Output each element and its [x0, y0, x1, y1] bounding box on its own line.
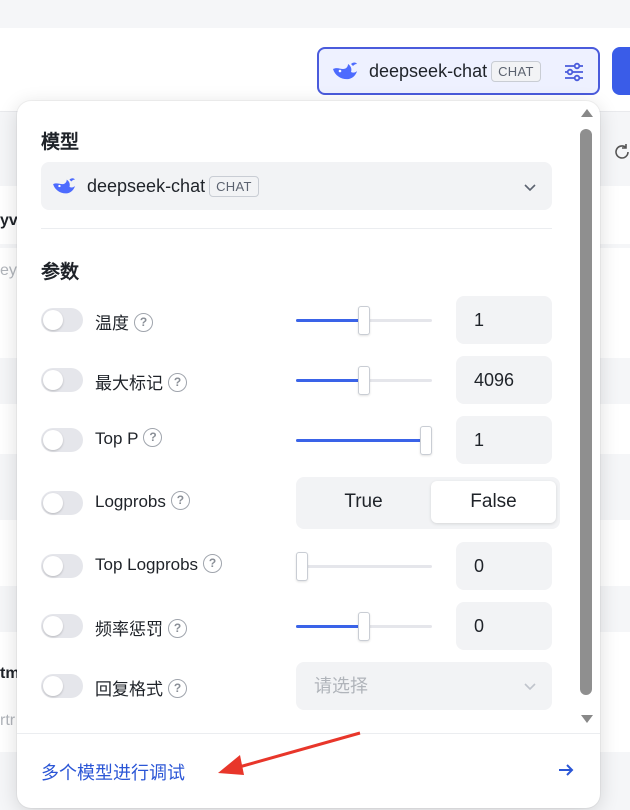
divider	[41, 228, 552, 229]
help-icon[interactable]: ?	[168, 679, 187, 699]
param-row-top-p: Top P? 1	[41, 416, 561, 464]
max-tokens-input[interactable]: 4096	[456, 356, 552, 404]
model-name: deepseek-chat	[369, 60, 488, 81]
param-label: 回复格式?	[95, 675, 187, 700]
bg-text-fragment: rtr	[0, 712, 16, 729]
param-toggle[interactable]	[41, 614, 83, 638]
refresh-icon[interactable]	[614, 142, 630, 162]
scroll-up-arrow[interactable]	[581, 109, 593, 117]
arrow-right-icon[interactable]	[557, 761, 575, 779]
chevron-down-icon	[524, 683, 536, 691]
param-label: Top Logprobs?	[95, 554, 223, 575]
select-placeholder: 请选择	[314, 676, 368, 696]
help-icon[interactable]: ?	[168, 373, 187, 393]
param-label: Top P?	[95, 428, 163, 449]
param-toggle[interactable]	[41, 554, 83, 578]
logprobs-false-option[interactable]: False	[431, 481, 556, 523]
param-toggle[interactable]	[41, 308, 83, 332]
scrollbar-thumb[interactable]	[580, 129, 592, 695]
chevron-down-icon	[524, 184, 536, 192]
slider-thumb[interactable]	[296, 552, 308, 581]
deepseek-whale-icon	[333, 62, 357, 80]
top-p-input[interactable]: 1	[456, 416, 552, 464]
param-label: 温度?	[95, 309, 153, 334]
param-label: 最大标记?	[95, 369, 187, 394]
help-icon[interactable]: ?	[168, 619, 187, 639]
top-logprobs-slider[interactable]	[296, 552, 432, 581]
model-type-badge: CHAT	[209, 175, 259, 197]
param-label: Logprobs?	[95, 491, 190, 512]
model-type-badge: CHAT	[491, 60, 541, 82]
logprobs-segmented-control: True False	[296, 477, 560, 529]
param-row-top-logprobs: Top Logprobs? 0	[41, 542, 561, 590]
sliders-icon[interactable]	[562, 60, 586, 84]
bg-text-fragment: ey	[0, 262, 17, 279]
deepseek-whale-icon	[53, 178, 75, 194]
param-toggle[interactable]	[41, 428, 83, 452]
model-select[interactable]: deepseek-chat CHAT	[41, 162, 552, 210]
scroll-down-arrow[interactable]	[581, 715, 593, 723]
help-icon[interactable]: ?	[170, 491, 190, 511]
model-settings-button[interactable]: deepseek-chat CHAT	[317, 47, 600, 95]
param-row-logprobs: Logprobs? True False	[41, 477, 561, 529]
scrollbar[interactable]	[580, 109, 594, 729]
primary-button-edge[interactable]	[612, 47, 630, 95]
temperature-slider[interactable]	[296, 306, 432, 335]
response-format-select[interactable]: 请选择	[296, 662, 552, 710]
logprobs-true-option[interactable]: True	[301, 481, 426, 523]
bg-text-fragment: yv	[0, 212, 18, 229]
help-icon[interactable]: ?	[134, 313, 153, 333]
max-tokens-slider[interactable]	[296, 366, 432, 395]
annotation-arrow-icon	[218, 731, 361, 775]
help-icon[interactable]: ?	[143, 428, 163, 448]
param-row-max-tokens: 最大标记? 4096	[41, 356, 561, 404]
frequency-penalty-slider[interactable]	[296, 612, 432, 641]
param-label: 频率惩罚?	[95, 615, 187, 640]
top-p-slider[interactable]	[296, 426, 432, 455]
temperature-input[interactable]: 1	[456, 296, 552, 344]
model-settings-popover: 模型 deepseek-chat CHAT 参数 温度? 1 最大标记? 409…	[17, 101, 600, 808]
slider-thumb[interactable]	[358, 366, 370, 395]
slider-thumb[interactable]	[358, 612, 370, 641]
param-row-response-format: 回复格式? 请选择	[41, 662, 561, 710]
multi-model-debug-link[interactable]: 多个模型进行调试	[41, 759, 185, 785]
top-logprobs-input[interactable]: 0	[456, 542, 552, 590]
param-row-frequency-penalty: 频率惩罚? 0	[41, 602, 561, 650]
help-icon[interactable]: ?	[203, 554, 223, 574]
frequency-penalty-input[interactable]: 0	[456, 602, 552, 650]
slider-thumb[interactable]	[358, 306, 370, 335]
param-toggle[interactable]	[41, 674, 83, 698]
selected-model-name: deepseek-chat	[87, 175, 206, 196]
param-toggle[interactable]	[41, 368, 83, 392]
param-row-temperature: 温度? 1	[41, 296, 561, 344]
param-toggle[interactable]	[41, 491, 83, 515]
model-section-title: 模型	[41, 132, 80, 153]
params-section-title: 参数	[41, 262, 80, 283]
slider-thumb[interactable]	[420, 426, 432, 455]
